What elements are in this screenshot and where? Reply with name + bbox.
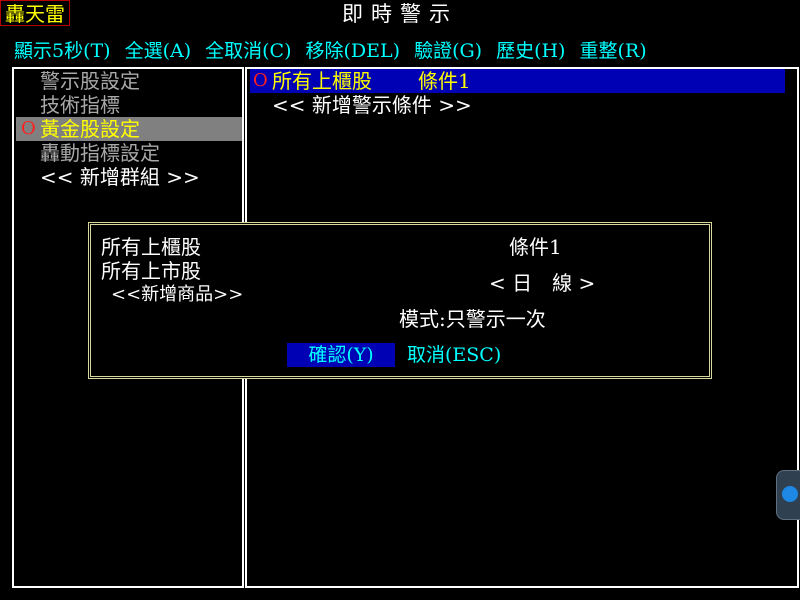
- product-item[interactable]: 所有上市股: [101, 259, 201, 283]
- group-item-label: 轟動指標設定: [40, 141, 160, 165]
- menu-select-all[interactable]: 全選(A): [125, 36, 192, 66]
- group-item-label: 警示股設定: [40, 69, 140, 93]
- selection-marker-icon: O: [21, 118, 36, 139]
- selection-marker-icon: O: [253, 70, 268, 91]
- app-logo: 轟天雷: [0, 0, 70, 26]
- side-widget-tab[interactable]: [776, 470, 800, 520]
- window-title: 即時警示: [342, 2, 458, 26]
- group-item-alert-stocks[interactable]: 警示股設定: [16, 69, 242, 93]
- menu-display-5s[interactable]: 顯示5秒(T): [14, 36, 111, 66]
- add-condition-row[interactable]: << 新增警示條件 >>: [250, 93, 785, 117]
- group-item-golden-stocks[interactable]: O 黃金股設定: [16, 117, 242, 141]
- alert-mode[interactable]: 模式:只警示一次: [399, 307, 546, 331]
- menu-deselect-all[interactable]: 全取消(C): [205, 36, 291, 66]
- condition-name: 條件1: [418, 69, 471, 93]
- menu-remove[interactable]: 移除(DEL): [306, 36, 401, 66]
- group-item-label: 技術指標: [40, 93, 120, 117]
- add-product-item[interactable]: <<新增商品>>: [111, 283, 243, 307]
- add-group-item[interactable]: << 新增群組 >>: [16, 165, 242, 189]
- condition-dialog: 所有上櫃股 所有上市股 <<新增商品>> 條件1 < 日 線 > 模式:只警示一…: [88, 222, 712, 379]
- group-item-sensation[interactable]: 轟動指標設定: [16, 141, 242, 165]
- menu-history[interactable]: 歷史(H): [496, 36, 565, 66]
- product-item[interactable]: 所有上櫃股: [101, 235, 201, 259]
- group-item-technical[interactable]: 技術指標: [16, 93, 242, 117]
- menu-refresh[interactable]: 重整(R): [579, 36, 646, 66]
- condition-name: 條件1: [509, 235, 562, 259]
- group-item-label: << 新增群組 >>: [40, 165, 200, 189]
- menu-verify[interactable]: 驗證(G): [414, 36, 482, 66]
- condition-row[interactable]: O 所有上櫃股 條件1: [250, 69, 785, 93]
- period-selector[interactable]: < 日 線 >: [489, 271, 595, 295]
- add-condition-label: << 新增警示條件 >>: [272, 93, 472, 117]
- confirm-button[interactable]: 確認(Y): [287, 343, 395, 367]
- group-item-label: 黃金股設定: [40, 117, 140, 141]
- widget-icon: [782, 486, 798, 502]
- cancel-button[interactable]: 取消(ESC): [407, 343, 501, 367]
- condition-target: 所有上櫃股: [272, 69, 372, 93]
- menu-bar: 顯示5秒(T) 全選(A) 全取消(C) 移除(DEL) 驗證(G) 歷史(H)…: [0, 36, 800, 66]
